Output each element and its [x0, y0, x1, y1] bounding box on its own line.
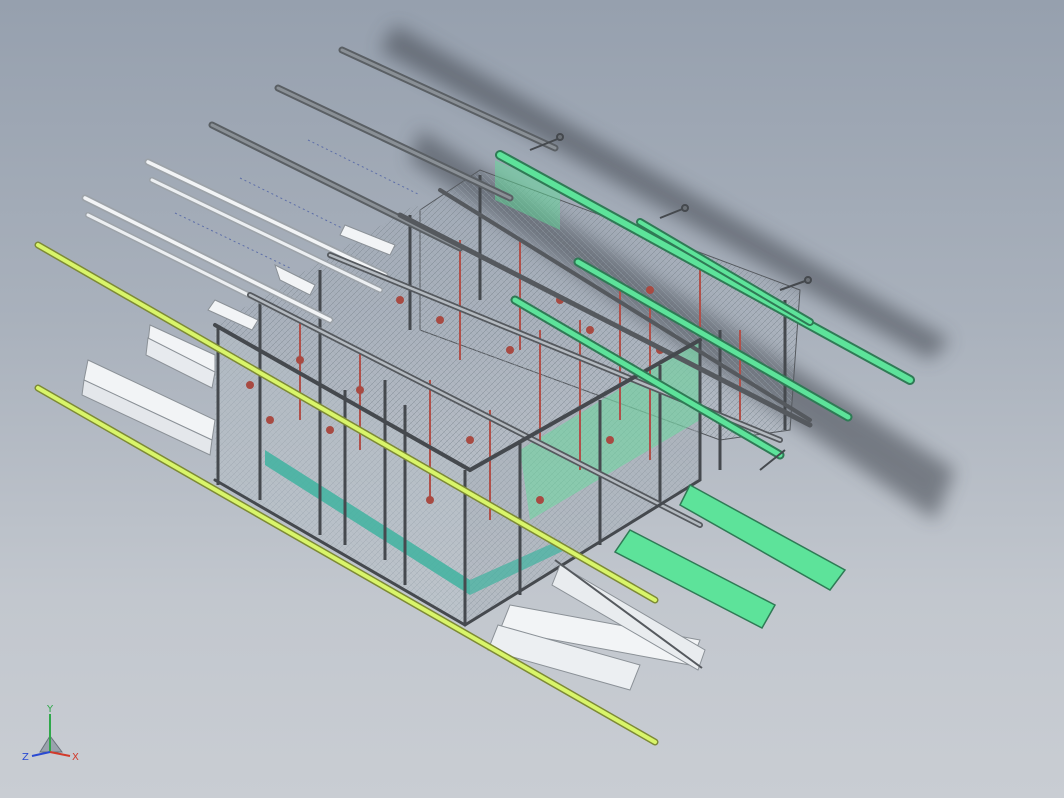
- z-axis-label: Z: [22, 752, 29, 763]
- z-axis-line: [31, 751, 51, 757]
- orientation-triad[interactable]: Y X Z: [18, 700, 88, 770]
- y-axis-label: Y: [46, 704, 54, 715]
- assembly-model[interactable]: [0, 0, 1064, 798]
- cad-viewport[interactable]: Y X Z: [0, 0, 1064, 798]
- x-axis-label: X: [72, 752, 79, 763]
- x-axis-line: [49, 751, 71, 757]
